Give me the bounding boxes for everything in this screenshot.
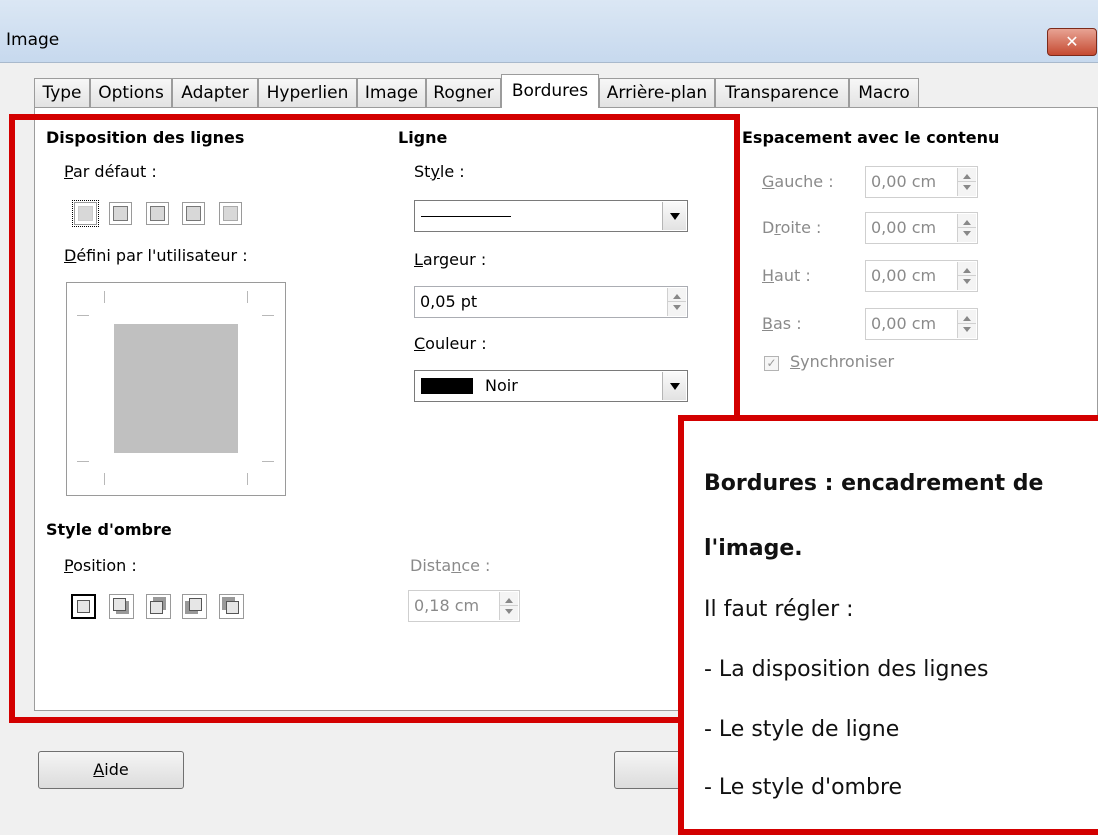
close-button[interactable]: ✕: [1047, 28, 1097, 56]
shadow-bottom-right-button[interactable]: [109, 594, 134, 619]
color-label: Couleur :: [414, 334, 487, 353]
shadow-position-label: Position :: [64, 556, 137, 575]
spacing-left-value: 0,00 cm: [871, 172, 937, 191]
default-label: Par défaut :: [64, 162, 157, 181]
spin-buttons[interactable]: [957, 168, 976, 196]
color-value: Noir: [485, 376, 518, 395]
spin-buttons[interactable]: [957, 310, 976, 338]
spacing-top-value: 0,00 cm: [871, 266, 937, 285]
corner-tick: [77, 461, 89, 462]
spacing-right-value: 0,00 cm: [871, 218, 937, 237]
sync-label: Synchroniser: [790, 352, 895, 371]
spin-buttons[interactable]: [667, 288, 686, 316]
shadow-top-left-button[interactable]: [219, 594, 244, 619]
dialog-title: Image: [6, 30, 60, 50]
spin-buttons[interactable]: [957, 262, 976, 290]
corner-tick: [104, 473, 105, 485]
annotation-line-1: Bordures : encadrement de: [704, 471, 1044, 496]
sync-checkbox[interactable]: ✓: [764, 356, 779, 371]
ligne-heading: Ligne: [398, 128, 448, 147]
help-button[interactable]: Aide: [38, 751, 184, 789]
shadow-distance-value: 0,18 cm: [414, 596, 480, 615]
line-style-preview: [421, 216, 511, 217]
corner-tick: [262, 315, 274, 316]
spacing-right-field[interactable]: 0,00 cm: [865, 212, 978, 244]
annotation-callout: Bordures : encadrement de l'image. Il fa…: [678, 415, 1098, 835]
preset-box[interactable]: [109, 202, 132, 225]
corner-tick: [247, 291, 248, 303]
tab-options[interactable]: Options: [90, 78, 172, 107]
spacing-top-field[interactable]: 0,00 cm: [865, 260, 978, 292]
tab-image[interactable]: Image: [357, 78, 426, 107]
corner-tick: [247, 473, 248, 485]
width-label: Largeur :: [414, 250, 487, 269]
preview-content: [114, 324, 238, 453]
preset-none[interactable]: [72, 200, 99, 227]
chevron-down-icon[interactable]: [662, 202, 686, 230]
line-width-field[interactable]: 0,05 pt: [414, 286, 688, 318]
line-width-value: 0,05 pt: [420, 292, 478, 311]
spacing-heading: Espacement avec le contenu: [742, 128, 1000, 147]
spin-buttons[interactable]: [957, 214, 976, 242]
spacing-bottom-field[interactable]: 0,00 cm: [865, 308, 978, 340]
tab-adapter[interactable]: Adapter: [172, 78, 258, 107]
tab-hyperlien[interactable]: Hyperlien: [258, 78, 357, 107]
color-swatch: [421, 378, 473, 394]
close-icon: ✕: [1065, 32, 1079, 51]
tab-macro[interactable]: Macro: [849, 78, 919, 107]
annotation-line-2: l'image.: [704, 536, 803, 561]
title-bar: Image ✕: [0, 0, 1098, 63]
user-defined-label: Défini par l'utilisateur :: [64, 246, 248, 265]
spacing-left-field[interactable]: 0,00 cm: [865, 166, 978, 198]
preset-box-all[interactable]: [146, 202, 169, 225]
disposition-heading: Disposition des lignes: [46, 128, 245, 147]
corner-tick: [262, 461, 274, 462]
shadow-none-button[interactable]: [71, 594, 96, 619]
annotation-line-3: Il faut régler :: [704, 597, 854, 622]
annotation-line-4: - La disposition des lignes: [704, 657, 989, 682]
annotation-line-5: - Le style de ligne: [704, 717, 900, 742]
spacing-left-label: Gauche :: [762, 172, 834, 191]
shadow-top-right-button[interactable]: [146, 594, 171, 619]
annotation-line-6: - Le style d'ombre: [704, 775, 903, 800]
spacing-bottom-value: 0,00 cm: [871, 314, 937, 333]
tab-arriere-plan[interactable]: Arrière-plan: [599, 78, 715, 107]
spin-buttons[interactable]: [499, 592, 518, 620]
spacing-top-label: Haut :: [762, 266, 811, 285]
style-label: Style :: [414, 162, 465, 181]
shadow-distance-label: Distance :: [410, 556, 491, 575]
preset-top-bottom[interactable]: [219, 202, 242, 225]
tab-bordures[interactable]: Bordures: [501, 74, 599, 108]
line-color-select[interactable]: Noir: [414, 370, 688, 402]
tab-transparence[interactable]: Transparence: [715, 78, 849, 107]
spacing-right-label: Droite :: [762, 218, 822, 237]
chevron-down-icon[interactable]: [662, 372, 686, 400]
image-dialog: Image ✕ Type Options Adapter Hyperlien I…: [0, 0, 1098, 835]
tab-type[interactable]: Type: [34, 78, 90, 107]
preset-left-right[interactable]: [182, 202, 205, 225]
tab-rogner[interactable]: Rogner: [426, 78, 501, 107]
corner-tick: [77, 315, 89, 316]
shadow-distance-field[interactable]: 0,18 cm: [408, 590, 520, 622]
user-defined-border-preview[interactable]: [66, 282, 286, 496]
corner-tick: [104, 291, 105, 303]
shadow-heading: Style d'ombre: [46, 520, 172, 539]
shadow-bottom-left-button[interactable]: [182, 594, 207, 619]
spacing-bottom-label: Bas :: [762, 314, 802, 333]
line-style-select[interactable]: [414, 200, 688, 232]
